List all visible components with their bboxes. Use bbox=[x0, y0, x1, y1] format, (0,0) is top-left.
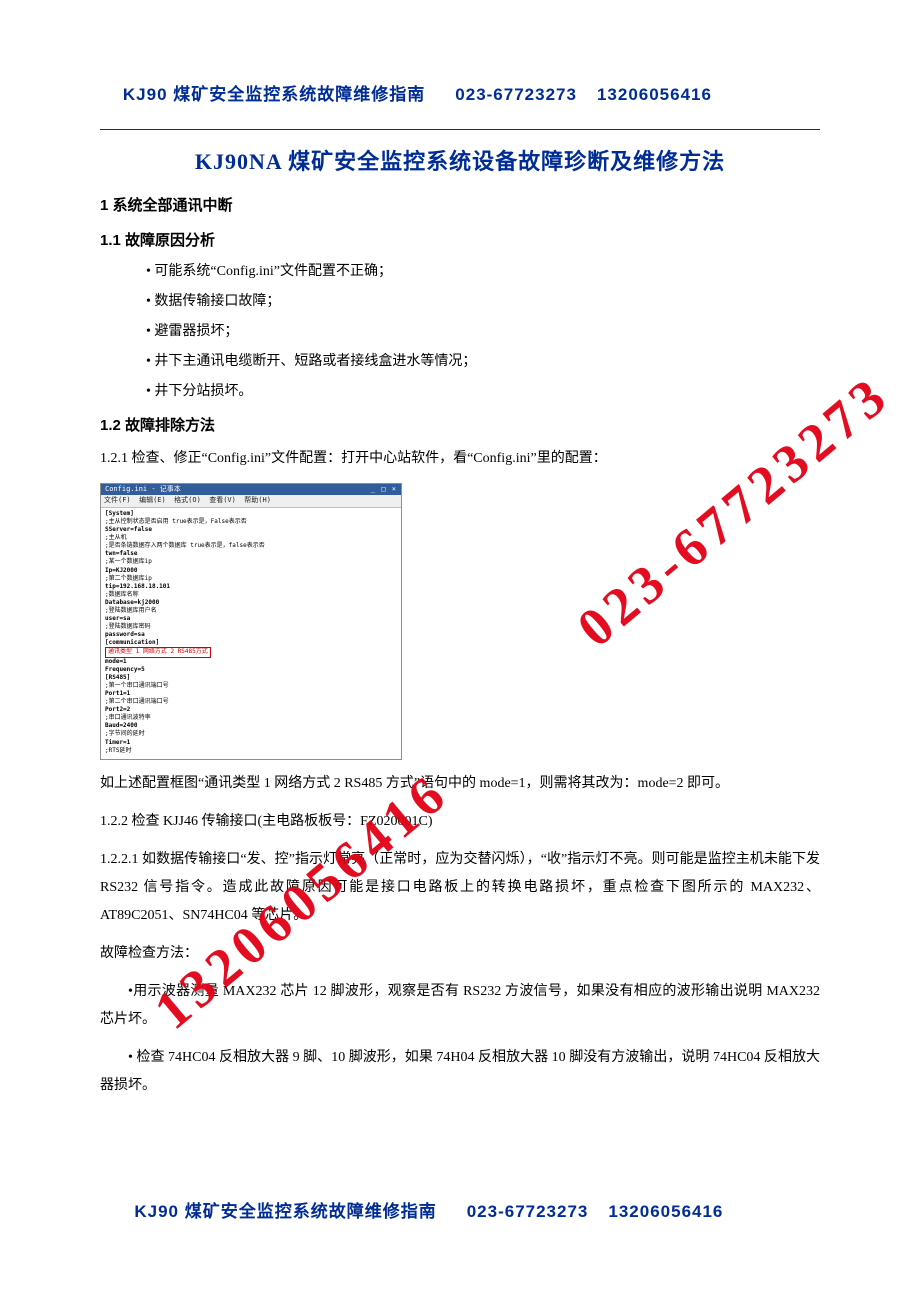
config-line: ;数据库名称 bbox=[105, 591, 397, 599]
page-footer: KJ90 煤矿安全监控系统故障维修指南 023-67723273 132060564… bbox=[100, 1177, 820, 1242]
config-line: ;第一个串口通讯端口号 bbox=[105, 682, 397, 690]
config-line: Ip=KJ2000 bbox=[105, 567, 397, 575]
check-label: 故障检查方法： bbox=[100, 940, 820, 968]
para-after-config: 如上述配置框图“通讯类型 1 网络方式 2 RS485 方式”语句中的 mode… bbox=[100, 770, 820, 798]
section-1-2: 1.2 故障排除方法 bbox=[100, 414, 820, 435]
config-body: [System];主从控制状态是否启用 true表示是，False表示否SSer… bbox=[101, 508, 401, 759]
config-line: ;是否条链数据存入两个数据库 true表示是，false表示否 bbox=[105, 542, 397, 550]
list-item: 可能系统“Config.ini”文件配置不正确； bbox=[146, 260, 820, 280]
section-1-2-1: 1.2.1 检查、修正“Config.ini”文件配置：打开中心站软件，看“Co… bbox=[100, 445, 820, 473]
window-controls-icon: _ □ × bbox=[371, 485, 397, 494]
config-line: password=sa bbox=[105, 631, 397, 639]
footer-title: KJ90 煤矿安全监控系统故障维修指南 bbox=[134, 1202, 436, 1221]
config-line: Baud=2400 bbox=[105, 722, 397, 730]
config-line: ;登陆数据库密码 bbox=[105, 623, 397, 631]
window-menubar: 文件(F) 编辑(E) 格式(O) 查看(V) 帮助(H) bbox=[101, 495, 401, 507]
config-line: ;RTS延时 bbox=[105, 747, 397, 755]
config-line: ;第二个数据库ip bbox=[105, 575, 397, 583]
config-line: Database=kj2000 bbox=[105, 599, 397, 607]
config-ini-screenshot: Config.ini - 记事本 _ □ × 文件(F) 编辑(E) 格式(O)… bbox=[100, 483, 402, 760]
watermark-phone: 023-67723273 bbox=[565, 363, 901, 659]
section-1-2-2-1: 1.2.2.1 如数据传输接口“发、控”指示灯常亮（正常时，应为交替闪烁），“收… bbox=[100, 846, 820, 930]
config-line: ;主从控制状态是否启用 true表示是，False表示否 bbox=[105, 518, 397, 526]
config-line: 通讯类型 1 网络方式 2 RS485方式 bbox=[105, 647, 211, 657]
config-line: ;第二个串口通讯端口号 bbox=[105, 698, 397, 706]
footer-phone2: 13206056416 bbox=[608, 1202, 723, 1221]
window-title: Config.ini - 记事本 bbox=[105, 485, 181, 494]
config-line: [System] bbox=[105, 510, 397, 518]
config-line: ;串口通讯波特率 bbox=[105, 714, 397, 722]
window-titlebar: Config.ini - 记事本 _ □ × bbox=[101, 484, 401, 495]
config-line: mode=1 bbox=[105, 658, 397, 666]
config-line: Timer=1 bbox=[105, 739, 397, 747]
check-step-1: •用示波器测量 MAX232 芯片 12 脚波形，观察是否有 RS232 方波信… bbox=[100, 978, 820, 1034]
config-line: user=sa bbox=[105, 615, 397, 623]
header-phone1: 023-67723273 bbox=[455, 85, 577, 104]
config-line: SServer=false bbox=[105, 526, 397, 534]
config-line: Port1=1 bbox=[105, 690, 397, 698]
footer-phone1: 023-67723273 bbox=[467, 1202, 589, 1221]
config-line: ;某一个数据库ip bbox=[105, 558, 397, 566]
cause-list: 可能系统“Config.ini”文件配置不正确； 数据传输接口故障； 避雷器损坏… bbox=[106, 260, 820, 400]
config-line: tip=192.168.18.101 bbox=[105, 583, 397, 591]
document-title: KJ90NA 煤矿安全监控系统设备故障珍断及维修方法 bbox=[100, 144, 820, 176]
list-item: 数据传输接口故障； bbox=[146, 290, 820, 310]
config-line: Port2=2 bbox=[105, 706, 397, 714]
document-page: KJ90 煤矿安全监控系统故障维修指南 023-67723273 132060564… bbox=[0, 0, 920, 1302]
config-line: [RS485] bbox=[105, 674, 397, 682]
header-title: KJ90 煤矿安全监控系统故障维修指南 bbox=[123, 85, 425, 104]
config-line: [communication] bbox=[105, 639, 397, 647]
section-1-2-2: 1.2.2 检查 KJJ46 传输接口(主电路板板号：FZ020001C) bbox=[100, 808, 820, 836]
list-item: 井下主通讯电缆断开、短路或者接线盒进水等情况； bbox=[146, 350, 820, 370]
section-1: 1 系统全部通讯中断 bbox=[100, 194, 820, 215]
config-line: ;登陆数据库用户名 bbox=[105, 607, 397, 615]
header-phone2: 13206056416 bbox=[597, 85, 712, 104]
page-header: KJ90 煤矿安全监控系统故障维修指南 023-67723273 132060564… bbox=[100, 60, 820, 125]
config-line: Frequency=5 bbox=[105, 666, 397, 674]
header-divider bbox=[100, 129, 820, 130]
config-line: ;字节间的延时 bbox=[105, 730, 397, 738]
section-1-1: 1.1 故障原因分析 bbox=[100, 229, 820, 250]
check-step-2: • 检查 74HC04 反相放大器 9 脚、10 脚波形，如果 74H04 反相… bbox=[100, 1044, 820, 1100]
list-item: 避雷器损坏； bbox=[146, 320, 820, 340]
list-item: 井下分站损坏。 bbox=[146, 380, 820, 400]
